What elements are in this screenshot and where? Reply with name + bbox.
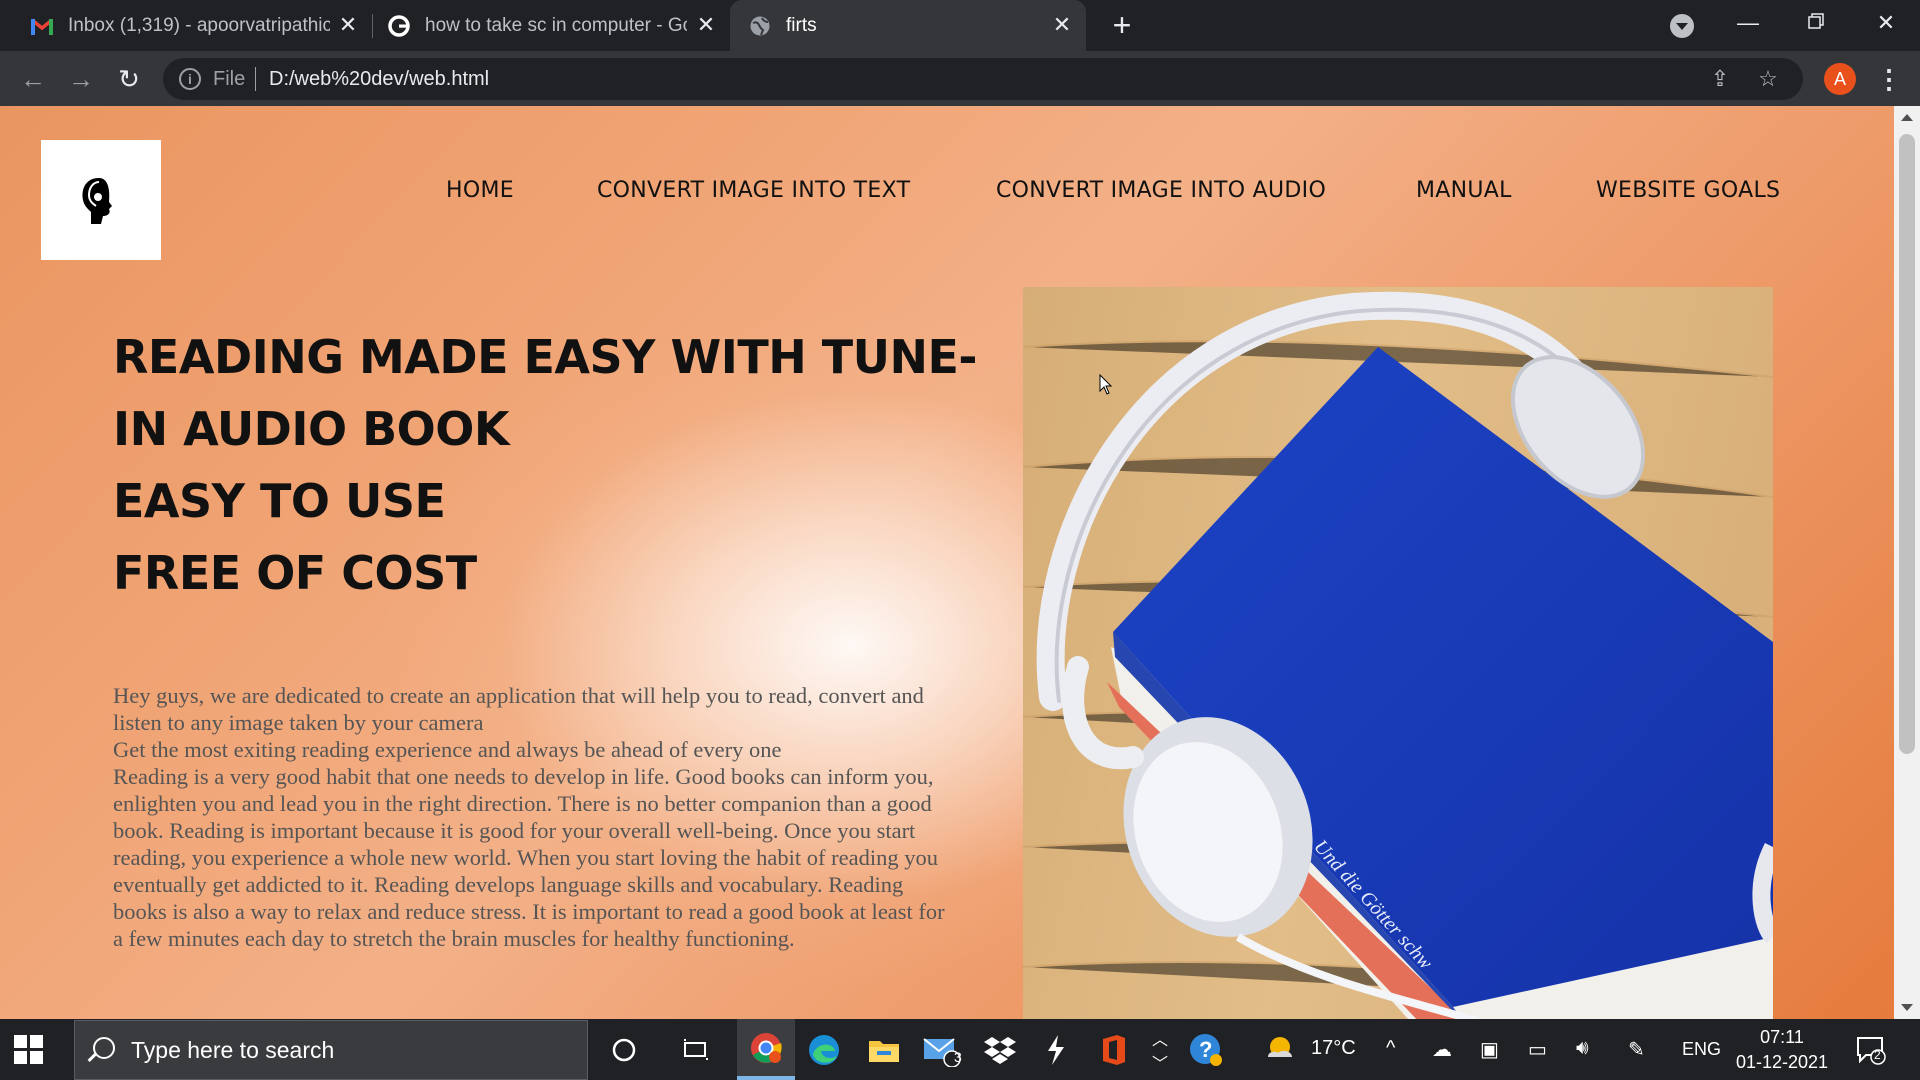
battery-icon[interactable]: ▭	[1528, 1037, 1547, 1062]
clock-time: 07:11	[1760, 1027, 1804, 1047]
browser-menu-icon[interactable]: ⋮	[1876, 63, 1902, 95]
url-text[interactable]: D:/web%20dev/web.html	[269, 68, 489, 91]
hero-line: IN AUDIO BOOK	[113, 402, 510, 456]
scroll-up-icon[interactable]	[1901, 114, 1913, 121]
file-scheme-label: File	[213, 68, 246, 90]
windows-taskbar: Type here to search 3 ︿ ﹀ ? 17°C ^ ☁ ▣ ▭ …	[0, 1019, 1920, 1080]
head-silhouette-icon	[82, 178, 112, 224]
cortana-icon[interactable]	[596, 1019, 652, 1080]
new-tab-button[interactable]: +	[1108, 9, 1136, 41]
scrollbar-thumb[interactable]	[1899, 134, 1915, 754]
swift-app-icon[interactable]	[1028, 1019, 1084, 1080]
minimize-icon[interactable]: —	[1728, 8, 1768, 38]
close-tab-icon[interactable]: ✕	[694, 13, 718, 37]
globe-icon	[748, 14, 772, 38]
display-icon[interactable]: ▣	[1480, 1037, 1499, 1062]
mail-badge: 3	[954, 1049, 962, 1065]
restore-icon[interactable]	[1796, 8, 1836, 38]
tab-strip: Inbox (1,319) - apoorvatripathics ✕ how …	[0, 0, 1920, 51]
dropbox-icon[interactable]	[972, 1019, 1028, 1080]
tab-title: Inbox (1,319) - apoorvatripathics	[68, 14, 330, 36]
hero-heading: READING MADE EASY WITH TUNE- IN AUDIO BO…	[113, 321, 977, 609]
nav-convert-image-into-audio[interactable]: CONVERT IMAGE INTO AUDIO	[996, 178, 1326, 203]
scroll-down-icon[interactable]	[1901, 1004, 1913, 1011]
clock[interactable]: 07:11 01-12-2021	[1734, 1025, 1830, 1075]
intro-paragraph: Reading is a very good habit that one ne…	[113, 764, 945, 951]
profile-avatar[interactable]: A	[1824, 63, 1856, 95]
pen-icon[interactable]: ✎	[1628, 1037, 1645, 1062]
share-icon[interactable]: ⇪	[1707, 66, 1733, 92]
headphones-book-image: Und die Götter schw	[1023, 287, 1773, 1019]
site-logo[interactable]	[41, 140, 161, 260]
notifications-icon[interactable]: 2	[1856, 1035, 1886, 1065]
notification-count: 2	[1874, 1048, 1881, 1062]
back-arrow-icon[interactable]: ←	[18, 64, 48, 94]
intro-paragraph: Hey guys, we are dedicated to create an …	[113, 683, 924, 735]
forward-arrow-icon[interactable]: →	[66, 64, 96, 94]
task-view-icon[interactable]	[668, 1019, 724, 1080]
volume-icon[interactable]: 🔊︎	[1576, 1037, 1589, 1060]
nav-convert-image-into-text[interactable]: CONVERT IMAGE INTO TEXT	[597, 178, 910, 203]
page-viewport: HOME CONVERT IMAGE INTO TEXT CONVERT IMA…	[0, 106, 1920, 1019]
hero-line: READING MADE EASY WITH TUNE-	[113, 330, 977, 384]
chrome-icon[interactable]	[737, 1019, 795, 1080]
search-placeholder: Type here to search	[131, 1037, 335, 1063]
language-indicator[interactable]: ENG	[1682, 1039, 1721, 1060]
weather-icon[interactable]	[1264, 1033, 1296, 1069]
taskbar-search[interactable]: Type here to search	[74, 1020, 588, 1080]
tab-google-search[interactable]: how to take sc in computer - Goo ✕	[373, 0, 730, 51]
tab-firts[interactable]: firts ✕	[730, 0, 1086, 51]
mail-icon[interactable]: 3	[914, 1019, 970, 1080]
tab-title: how to take sc in computer - Goo	[425, 14, 687, 36]
tab-gmail[interactable]: Inbox (1,319) - apoorvatripathics ✕	[0, 0, 372, 51]
show-hidden-icons[interactable]: ^	[1386, 1037, 1395, 1060]
hero-line: EASY TO USE	[113, 474, 446, 528]
taskbar-scroll-icon[interactable]: ︿ ﹀	[1148, 1019, 1172, 1080]
hero-line: FREE OF COST	[113, 546, 477, 600]
browser-toolbar: ← → ↻ i File D:/web%20dev/web.html ⇪ ☆ A…	[0, 51, 1920, 106]
intro-paragraph: Get the most exiting reading experience …	[113, 737, 782, 762]
close-window-icon[interactable]: ✕	[1866, 8, 1906, 38]
mouse-cursor-icon	[1099, 374, 1113, 395]
tab-search-icon[interactable]	[1670, 14, 1694, 38]
tab-title: firts	[786, 14, 817, 36]
close-tab-icon[interactable]: ✕	[336, 13, 360, 37]
nav-home[interactable]: HOME	[446, 178, 514, 203]
help-icon[interactable]: ?	[1178, 1019, 1234, 1080]
close-tab-icon[interactable]: ✕	[1050, 13, 1074, 37]
address-bar[interactable]: i File D:/web%20dev/web.html ⇪ ☆	[163, 58, 1803, 100]
omnibox-divider	[255, 67, 256, 91]
info-icon[interactable]: i	[179, 68, 201, 90]
nav-website-goals[interactable]: WEBSITE GOALS	[1596, 178, 1780, 203]
search-icon	[93, 1037, 115, 1059]
onedrive-icon[interactable]: ☁	[1432, 1037, 1452, 1062]
page-scrollbar[interactable]	[1894, 106, 1920, 1019]
weather-temperature[interactable]: 17°C	[1311, 1037, 1356, 1060]
windows-start-icon[interactable]	[14, 1035, 44, 1065]
bookmark-star-icon[interactable]: ☆	[1755, 66, 1781, 92]
office-icon[interactable]	[1086, 1019, 1142, 1080]
clock-date: 01-12-2021	[1735, 1052, 1829, 1072]
gmail-icon	[30, 14, 54, 38]
reload-icon[interactable]: ↻	[114, 64, 144, 94]
intro-text: Hey guys, we are dedicated to create an …	[113, 682, 948, 952]
nav-manual[interactable]: MANUAL	[1416, 178, 1512, 203]
edge-icon[interactable]	[796, 1019, 852, 1080]
google-icon	[387, 14, 411, 38]
file-explorer-icon[interactable]	[856, 1019, 912, 1080]
